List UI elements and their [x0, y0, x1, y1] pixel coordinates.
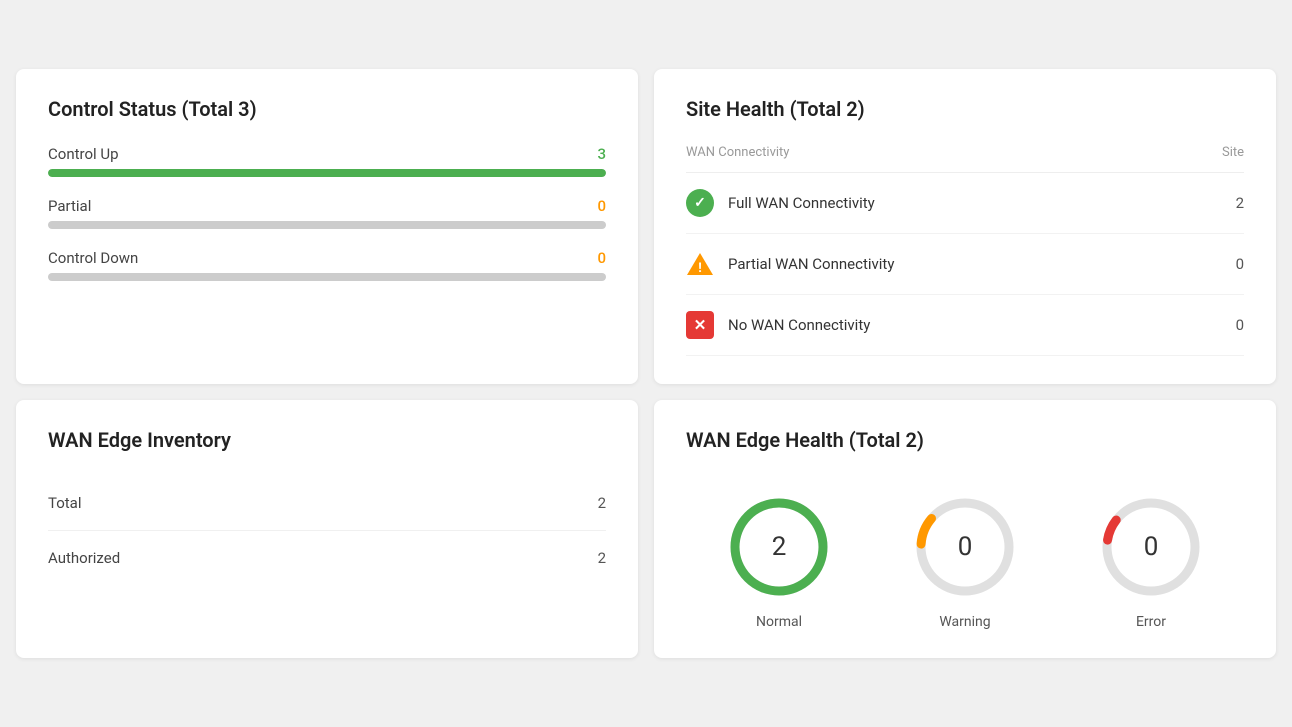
- control-up-value: 3: [597, 145, 606, 163]
- normal-label: Normal: [756, 614, 802, 630]
- warning-donut-item: 0 Warning: [910, 492, 1020, 630]
- error-donut: 0: [1096, 492, 1206, 602]
- wan-edge-health-card: WAN Edge Health (Total 2) 2 Normal: [654, 400, 1276, 658]
- partial-bar-fill: [48, 221, 606, 229]
- control-status-title: Control Status (Total 3): [48, 97, 606, 121]
- normal-value: 2: [772, 532, 787, 562]
- control-up-bar-fill: [48, 169, 606, 177]
- col-wan-connectivity: WAN Connectivity: [686, 145, 1191, 173]
- partial-row: Partial 0: [48, 197, 606, 229]
- inventory-total-label: Total: [48, 494, 82, 512]
- inventory-authorized-value: 2: [598, 549, 606, 567]
- control-up-bar-bg: [48, 169, 606, 177]
- control-up-row: Control Up 3: [48, 145, 606, 177]
- control-down-bar-fill: [48, 273, 606, 281]
- inventory-authorized-label: Authorized: [48, 549, 120, 567]
- table-row: ✓ Full WAN Connectivity 2: [686, 173, 1244, 234]
- partial-value: 0: [597, 197, 606, 215]
- table-row: ✕ No WAN Connectivity 0: [686, 295, 1244, 356]
- dashboard: Control Status (Total 3) Control Up 3 Pa…: [16, 69, 1276, 658]
- partial-label: Partial: [48, 197, 91, 215]
- error-value: 0: [1144, 532, 1159, 562]
- control-down-bar-bg: [48, 273, 606, 281]
- normal-donut: 2: [724, 492, 834, 602]
- no-wan-value: 0: [1191, 295, 1244, 356]
- site-health-card: Site Health (Total 2) WAN Connectivity S…: [654, 69, 1276, 384]
- warning-donut: 0: [910, 492, 1020, 602]
- partial-wan-value: 0: [1191, 234, 1244, 295]
- full-wan-value: 2: [1191, 173, 1244, 234]
- warning-label: Warning: [939, 614, 990, 630]
- no-wan-cell: ✕ No WAN Connectivity: [686, 295, 1191, 356]
- partial-wan-label: Partial WAN Connectivity: [728, 255, 894, 273]
- full-wan-cell: ✓ Full WAN Connectivity: [686, 173, 1191, 234]
- wan-edge-health-title: WAN Edge Health (Total 2): [686, 428, 1244, 452]
- full-wan-label: Full WAN Connectivity: [728, 194, 875, 212]
- green-check-icon: ✓: [686, 189, 714, 217]
- error-label: Error: [1136, 614, 1166, 630]
- normal-donut-item: 2 Normal: [724, 492, 834, 630]
- control-up-label: Control Up: [48, 145, 119, 163]
- site-health-title: Site Health (Total 2): [686, 97, 1244, 121]
- red-x-icon: ✕: [686, 311, 714, 339]
- orange-warning-icon: !: [686, 250, 714, 278]
- control-down-row: Control Down 0: [48, 249, 606, 281]
- inventory-total-value: 2: [598, 494, 606, 512]
- partial-wan-cell: ! Partial WAN Connectivity: [686, 234, 1191, 295]
- col-site: Site: [1191, 145, 1244, 173]
- site-health-table: WAN Connectivity Site ✓ Full WAN Connect…: [686, 145, 1244, 356]
- table-row: ! Partial WAN Connectivity 0: [686, 234, 1244, 295]
- error-donut-item: 0 Error: [1096, 492, 1206, 630]
- svg-text:!: !: [698, 261, 702, 276]
- no-wan-label: No WAN Connectivity: [728, 316, 870, 334]
- donut-row: 2 Normal 0 Warning: [686, 476, 1244, 630]
- warning-value: 0: [958, 532, 973, 562]
- inventory-total-row: Total 2: [48, 476, 606, 531]
- control-down-label: Control Down: [48, 249, 138, 267]
- inventory-authorized-row: Authorized 2: [48, 531, 606, 585]
- wan-edge-inventory-title: WAN Edge Inventory: [48, 428, 606, 452]
- partial-bar-bg: [48, 221, 606, 229]
- wan-edge-inventory-card: WAN Edge Inventory Total 2 Authorized 2: [16, 400, 638, 658]
- control-status-card: Control Status (Total 3) Control Up 3 Pa…: [16, 69, 638, 384]
- control-down-value: 0: [597, 249, 606, 267]
